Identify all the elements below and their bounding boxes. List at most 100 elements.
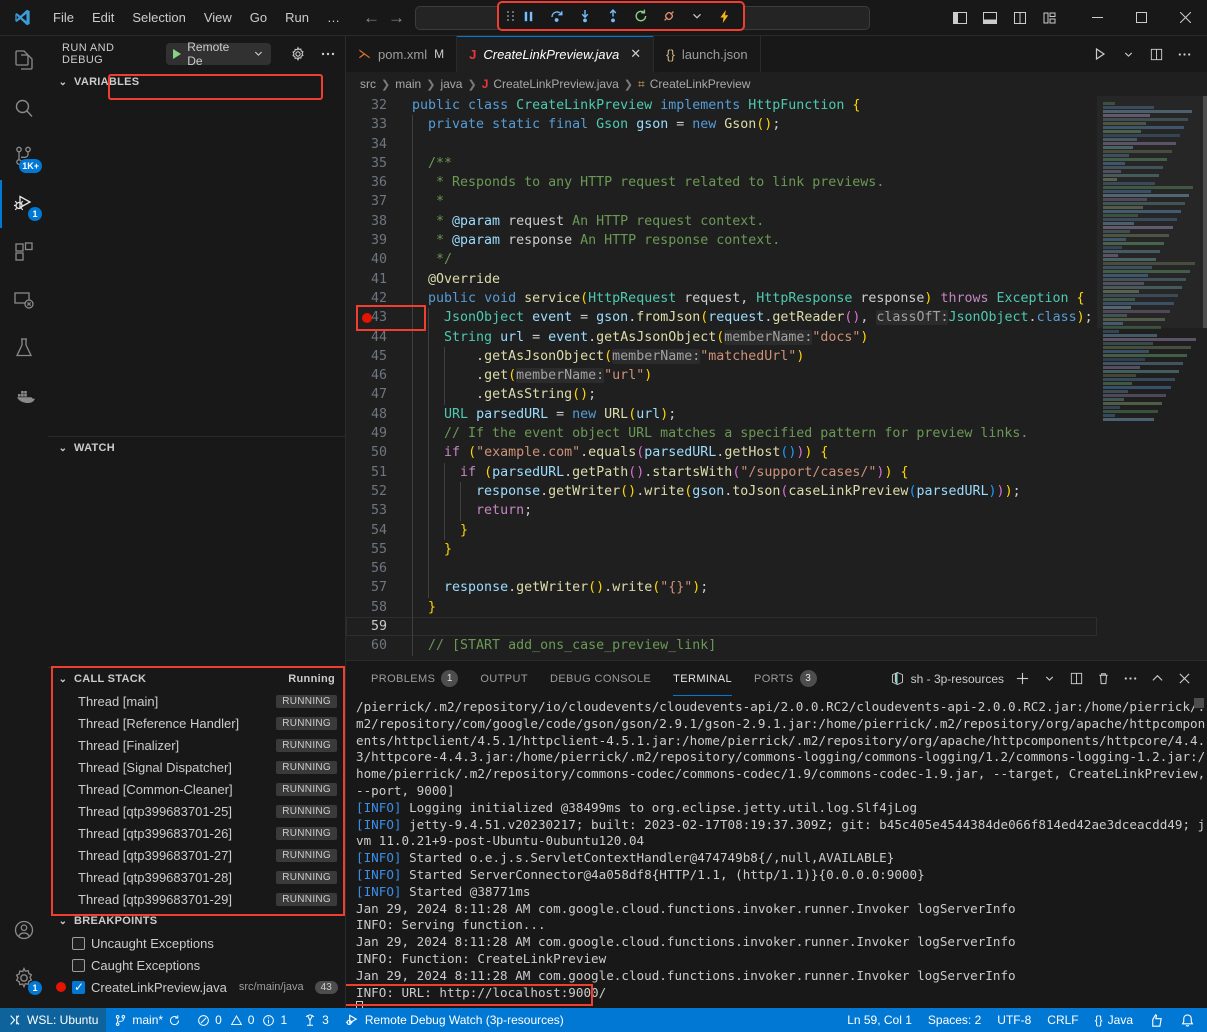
drag-handle-icon[interactable] (505, 11, 513, 21)
status-branch[interactable]: main* (106, 1008, 189, 1032)
code-line[interactable]: 56 (346, 559, 1097, 578)
line-content[interactable]: } (408, 521, 468, 540)
debug-toolbar[interactable] (497, 1, 745, 31)
line-content[interactable]: @Override (408, 270, 500, 289)
editor-scrollbar[interactable] (1203, 96, 1207, 328)
call-stack-thread[interactable]: Thread [qtp399683701-29]RUNNING (48, 888, 345, 910)
line-number[interactable]: 34 (346, 135, 408, 154)
terminal-output[interactable]: /pierrick/.m2/repository/io/cloudevents/… (346, 696, 1207, 1008)
status-debug-session[interactable]: Remote Debug Watch (3p-resources) (337, 1008, 572, 1032)
line-number[interactable]: 52 (346, 482, 408, 501)
code-line[interactable]: 50 if ("example.com".equals(parsedURL.ge… (346, 443, 1097, 462)
open-launch-settings-button[interactable] (287, 43, 309, 65)
close-panel-icon[interactable] (1172, 666, 1197, 691)
line-content[interactable]: String url = event.getAsJsonObject(membe… (408, 328, 868, 347)
step-out-button[interactable] (600, 4, 625, 28)
code-line[interactable]: 54 } (346, 521, 1097, 540)
line-content[interactable]: * @param response An HTTP response conte… (408, 231, 780, 250)
terminal-text[interactable]: /pierrick/.m2/repository/io/cloudevents/… (356, 699, 1207, 1008)
line-content[interactable]: JsonObject event = gson.fromJson(request… (408, 308, 1093, 327)
code-line[interactable]: 53 return; (346, 501, 1097, 520)
code-line[interactable]: 55 } (346, 540, 1097, 559)
toggle-primary-sidebar-icon[interactable] (947, 6, 973, 30)
breakpoints-section-header[interactable]: ⌄ BREAKPOINTS (48, 910, 345, 932)
line-number[interactable]: 57 (346, 578, 408, 597)
code-line[interactable]: 39 * @param response An HTTP response co… (346, 231, 1097, 250)
minimize-button[interactable] (1075, 0, 1119, 35)
line-content[interactable]: // If the event object URL matches a spe… (408, 424, 1028, 443)
activitybar-item-remote-explorer[interactable] (0, 276, 48, 324)
line-content[interactable]: response.getWriter().write(gson.toJson(c… (408, 482, 1021, 501)
line-number[interactable]: 40 (346, 250, 408, 269)
code-line[interactable]: 59 (346, 617, 1097, 636)
tab-pom-xml[interactable]: ⋋ pom.xml M (346, 36, 457, 72)
status-cursor-position[interactable]: Ln 59, Col 1 (839, 1008, 920, 1032)
checkbox[interactable] (72, 981, 85, 994)
status-ports[interactable]: 3 (295, 1008, 337, 1032)
chevron-down-icon[interactable] (684, 4, 709, 28)
line-number[interactable]: 54 (346, 521, 408, 540)
call-stack-thread[interactable]: Thread [qtp399683701-26]RUNNING (48, 822, 345, 844)
call-stack-thread[interactable]: Thread [Reference Handler]RUNNING (48, 712, 345, 734)
breakpoint-createlinkpreview[interactable]: CreateLinkPreview.java src/main/java 43 (48, 976, 345, 998)
restart-button[interactable] (628, 4, 653, 28)
status-eol[interactable]: CRLF (1039, 1008, 1086, 1032)
line-content[interactable] (408, 135, 420, 154)
status-problems[interactable]: 0 0 1 (189, 1008, 295, 1032)
code-line[interactable]: 42 public void service(HttpRequest reque… (346, 289, 1097, 308)
line-number[interactable]: 48 (346, 405, 408, 424)
line-number[interactable]: 58 (346, 598, 408, 617)
close-tab-icon[interactable]: ✕ (630, 46, 641, 62)
tab-terminal[interactable]: TERMINAL (662, 661, 743, 696)
menu-more[interactable]: … (318, 7, 349, 28)
code-line[interactable]: 57 response.getWriter().write("{}"); (346, 578, 1097, 597)
status-indentation[interactable]: Spaces: 2 (920, 1008, 989, 1032)
close-window-button[interactable] (1163, 0, 1207, 35)
activitybar-item-source-control[interactable]: 1K+ (0, 132, 48, 180)
maximize-button[interactable] (1119, 0, 1163, 35)
line-content[interactable] (408, 617, 420, 636)
code-line[interactable]: 37 * (346, 192, 1097, 211)
code-line[interactable]: 40 */ (346, 250, 1097, 269)
tab-launch-json[interactable]: {} launch.json (654, 36, 760, 72)
menu-view[interactable]: View (195, 7, 241, 28)
breadcrumb-main[interactable]: main (395, 77, 421, 91)
code-scroll-area[interactable]: 32public class CreateLinkPreview impleme… (346, 96, 1097, 660)
tab-output[interactable]: OUTPUT (469, 661, 539, 696)
menu-file[interactable]: File (44, 7, 83, 28)
code-line[interactable]: 45 .getAsJsonObject(memberName:"matchedU… (346, 347, 1097, 366)
go-forward-icon[interactable]: → (388, 9, 405, 26)
line-content[interactable]: if ("example.com".equals(parsedURL.getHo… (408, 443, 828, 462)
code-line[interactable]: 49 // If the event object URL matches a … (346, 424, 1097, 443)
line-content[interactable]: .getAsJsonObject(memberName:"matchedUrl"… (408, 347, 804, 366)
tab-ports[interactable]: PORTS 3 (743, 661, 828, 696)
status-language-mode[interactable]: {} Java (1087, 1008, 1141, 1032)
active-terminal-entry[interactable]: sh - 3p-resources (890, 671, 1004, 686)
line-content[interactable] (408, 559, 420, 578)
split-terminal-icon[interactable] (1064, 666, 1089, 691)
line-number[interactable]: 35 (346, 154, 408, 173)
call-stack-thread[interactable]: Thread [Signal Dispatcher]RUNNING (48, 756, 345, 778)
line-content[interactable]: */ (408, 250, 452, 269)
code-line[interactable]: 48 URL parsedURL = new URL(url); (346, 405, 1097, 424)
line-content[interactable]: /** (408, 154, 452, 173)
breadcrumb-java[interactable]: java (440, 77, 462, 91)
call-stack-thread[interactable]: Thread [Finalizer]RUNNING (48, 734, 345, 756)
line-number[interactable]: 33 (346, 115, 408, 134)
breadcrumb-src[interactable]: src (360, 77, 376, 91)
line-number[interactable]: 38 (346, 212, 408, 231)
line-content[interactable]: private static final Gson gson = new Gso… (408, 115, 780, 134)
split-editor-icon[interactable] (1143, 41, 1169, 67)
code-line[interactable]: 52 response.getWriter().write(gson.toJso… (346, 482, 1097, 501)
code-line[interactable]: 34 (346, 135, 1097, 154)
breadcrumb-symbol[interactable]: CreateLinkPreview (650, 77, 751, 91)
source-code[interactable]: 32public class CreateLinkPreview impleme… (346, 96, 1097, 656)
activitybar-item-explorer[interactable] (0, 36, 48, 84)
line-number[interactable]: 59 (346, 617, 408, 636)
ellipsis-icon[interactable] (1171, 41, 1197, 67)
tab-debug-console[interactable]: DEBUG CONSOLE (539, 661, 662, 696)
line-number[interactable]: 46 (346, 366, 408, 385)
menu-go[interactable]: Go (241, 7, 276, 28)
line-number[interactable]: 53 (346, 501, 408, 520)
line-content[interactable]: * (408, 192, 444, 211)
